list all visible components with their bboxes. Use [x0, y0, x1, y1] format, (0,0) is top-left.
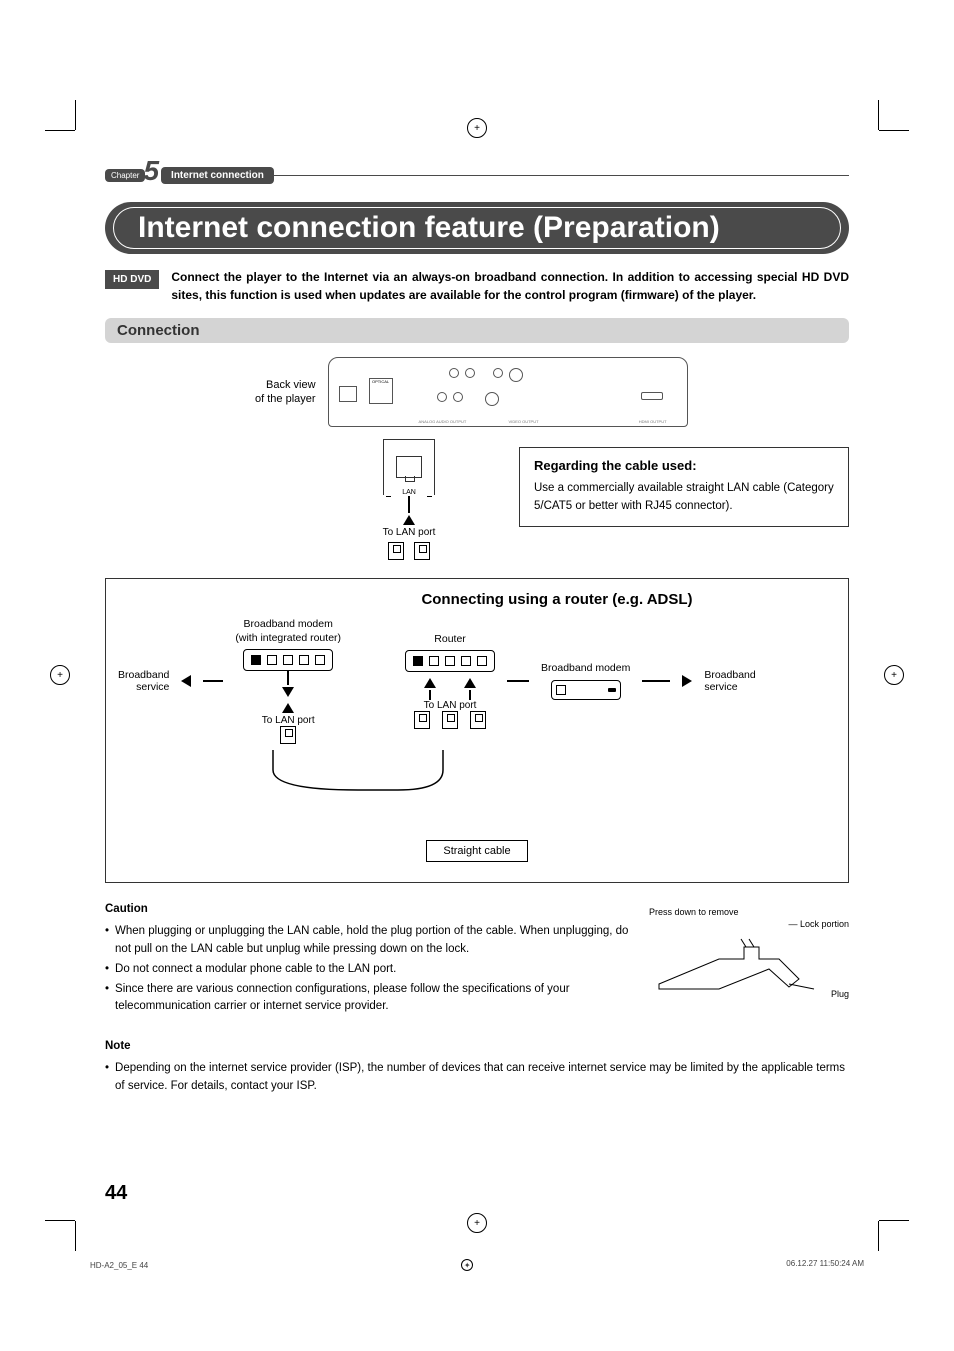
router-section-title: Connecting using a router (e.g. ADSL)	[278, 591, 836, 608]
caution-bullet-3: Since there are various connection confi…	[115, 981, 633, 1017]
crop-mark	[45, 1220, 75, 1221]
page-title: Internet connection feature (Preparation…	[138, 211, 720, 245]
cable-info-title: Regarding the cable used:	[534, 458, 834, 473]
caution-bullet-1: When plugging or unplugging the LAN cabl…	[115, 923, 633, 959]
crop-mark	[879, 130, 909, 131]
to-lan-port-label: To LAN port	[349, 527, 469, 538]
registration-mark-icon: ✦	[461, 1259, 473, 1271]
main-title-banner: Internet connection feature (Preparation…	[105, 202, 849, 254]
registration-mark	[467, 118, 487, 138]
chapter-header: Chapter 5 Internet connection	[105, 160, 849, 190]
press-down-label: Press down to remove	[649, 907, 849, 917]
footer-timestamp: 06.12.27 11:50:24 AM	[786, 1259, 864, 1271]
hd-dvd-badge: HD DVD	[105, 270, 159, 289]
caution-bullet-2: Do not connect a modular phone cable to …	[115, 961, 396, 979]
rj45-plug-icon	[414, 711, 430, 729]
chapter-label: Chapter	[105, 169, 145, 182]
note-text: Depending on the internet service provid…	[115, 1060, 849, 1096]
print-footer: HD-A2_05_E 44 ✦ 06.12.27 11:50:24 AM	[90, 1259, 864, 1271]
plug-label: Plug	[831, 989, 849, 999]
player-back-panel: OPTICAL ANALOG AUDIO OUTPUT VIDEO OUTPUT…	[328, 357, 688, 427]
caution-section: Caution •When plugging or unplugging the…	[105, 901, 633, 1018]
rj45-plug-icon	[388, 542, 404, 560]
caution-heading: Caution	[105, 901, 633, 919]
note-heading: Note	[105, 1038, 849, 1056]
back-view-label: Back view of the player	[255, 378, 316, 407]
arrow-left-icon	[181, 675, 191, 687]
lan-port-icon: LAN	[383, 439, 435, 495]
broadband-service-label: Broadband service	[704, 669, 755, 694]
plug-diagram: Press down to remove — Lock portion Plug	[649, 901, 849, 1018]
crop-mark	[878, 1221, 879, 1251]
rj45-plug-icon	[442, 711, 458, 729]
rj45-plug-icon	[280, 726, 296, 744]
integrated-modem-label: Broadband modem (with integrated router)	[235, 618, 341, 645]
lan-label: LAN	[384, 489, 434, 496]
footer-filename: HD-A2_05_E 44	[90, 1261, 148, 1270]
section-connection-heading: Connection	[105, 318, 849, 343]
connection-diagram: Back view of the player OPTICAL	[105, 357, 849, 883]
back-view-label-2: of the player	[255, 393, 316, 405]
broadband-modem-icon	[551, 680, 621, 700]
chapter-number: 5	[143, 155, 159, 187]
note-section: Note •Depending on the internet service …	[105, 1038, 849, 1095]
divider	[274, 175, 849, 176]
broadband-modem-label: Broadband modem	[541, 662, 630, 676]
crop-mark	[45, 130, 75, 131]
router-icon	[405, 650, 495, 672]
crop-mark	[75, 1221, 76, 1251]
registration-mark	[884, 665, 904, 685]
router-label: Router	[434, 633, 466, 647]
integrated-modem-icon	[243, 649, 333, 671]
to-lan-port-label: To LAN port	[262, 715, 315, 726]
page-content: Chapter 5 Internet connection Internet c…	[105, 160, 849, 1221]
back-view-label-1: Back view	[266, 379, 316, 391]
registration-mark	[50, 665, 70, 685]
to-lan-port-label: To LAN port	[424, 700, 477, 711]
intro-paragraph: Connect the player to the Internet via a…	[171, 268, 849, 304]
page-number: 44	[105, 1182, 127, 1205]
arrow-right-icon	[682, 675, 692, 687]
crop-mark	[75, 100, 76, 130]
crop-mark	[878, 100, 879, 130]
rj45-plug-icon	[414, 542, 430, 560]
cable-info-text: Use a commercially available straight LA…	[534, 479, 834, 516]
router-connection-box: Connecting using a router (e.g. ADSL) Br…	[105, 578, 849, 883]
cable-info-box: Regarding the cable used: Use a commerci…	[519, 447, 849, 527]
chapter-title: Internet connection	[161, 167, 274, 184]
broadband-service-label: Broadband service	[118, 669, 169, 694]
crop-mark	[879, 1220, 909, 1221]
lock-portion-label: Lock portion	[800, 919, 849, 929]
rj45-plug-icon	[470, 711, 486, 729]
cable-join-diagram	[118, 750, 836, 810]
straight-cable-label: Straight cable	[426, 840, 527, 862]
